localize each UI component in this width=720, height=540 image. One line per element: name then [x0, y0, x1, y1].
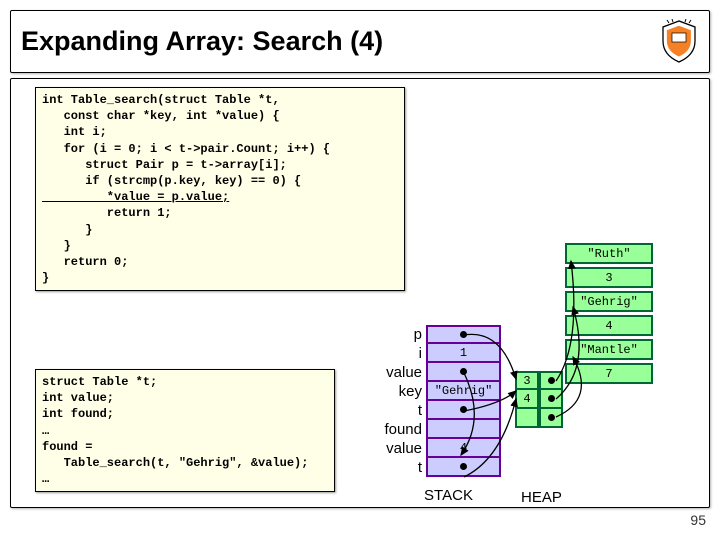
pointer-dot	[548, 377, 555, 384]
stack-label: p	[372, 326, 422, 343]
stack-caption: STACK	[396, 487, 501, 504]
heap-cell: 3	[565, 267, 653, 288]
stack-label: t	[372, 402, 422, 419]
stack-cell: 1	[426, 344, 501, 363]
stack-label: i	[372, 345, 422, 362]
code-text-2: struct Table *t; int value; int found; ……	[42, 375, 308, 486]
code-highlight: *value = p.value;	[42, 190, 229, 204]
stack-cell	[426, 420, 501, 439]
pointer-dot	[460, 463, 467, 470]
heap-cell: 4	[565, 315, 653, 336]
heap-table-cell	[539, 390, 563, 409]
title-box: Expanding Array: Search (4)	[10, 10, 710, 73]
heap-cell: "Ruth"	[565, 243, 653, 264]
heap-table-cell	[515, 409, 539, 428]
heap-table: 3 4	[515, 371, 563, 428]
pointer-dot	[548, 395, 555, 402]
pointer-dot	[460, 331, 467, 338]
heap-table-cell: 3	[515, 371, 539, 390]
pointer-dot	[460, 406, 467, 413]
heap-table-cell: 4	[515, 390, 539, 409]
heap-table-cell	[539, 371, 563, 390]
code-text: int Table_search(struct Table *t, const …	[42, 93, 330, 188]
heap-cell: 7	[565, 363, 653, 384]
stack-cell	[426, 363, 501, 382]
slide-title: Expanding Array: Search (4)	[21, 26, 383, 57]
stack-cell	[426, 401, 501, 420]
stack-cell	[426, 325, 501, 344]
heap-strings: "Ruth" 3 "Gehrig" 4 "Mantle" 7	[565, 243, 670, 387]
heap-caption: HEAP	[521, 489, 562, 506]
stack-cell: "Gehrig"	[426, 382, 501, 401]
stack-label: key	[372, 383, 422, 400]
pointer-dot	[548, 414, 555, 421]
stack-cell	[426, 458, 501, 477]
code-text-after: return 1; } } return 0; }	[42, 206, 172, 285]
stack-cell: 4	[426, 439, 501, 458]
heap-cell: "Mantle"	[565, 339, 653, 360]
code-box-search: int Table_search(struct Table *t, const …	[35, 87, 405, 291]
stack-label: value	[372, 440, 422, 457]
heap-table-cell	[539, 409, 563, 428]
code-box-caller: struct Table *t; int value; int found; ……	[35, 369, 335, 492]
crest-icon	[659, 19, 699, 64]
stack-label: value	[372, 364, 422, 381]
pointer-dot	[460, 368, 467, 375]
stack-diagram: p i1 value key"Gehrig" t found value4 t …	[341, 325, 501, 504]
stack-label: found	[372, 421, 422, 438]
heap-cell: "Gehrig"	[565, 291, 653, 312]
page-number: 95	[690, 512, 706, 528]
stack-label: t	[372, 459, 422, 476]
content-area: int Table_search(struct Table *t, const …	[10, 78, 710, 508]
